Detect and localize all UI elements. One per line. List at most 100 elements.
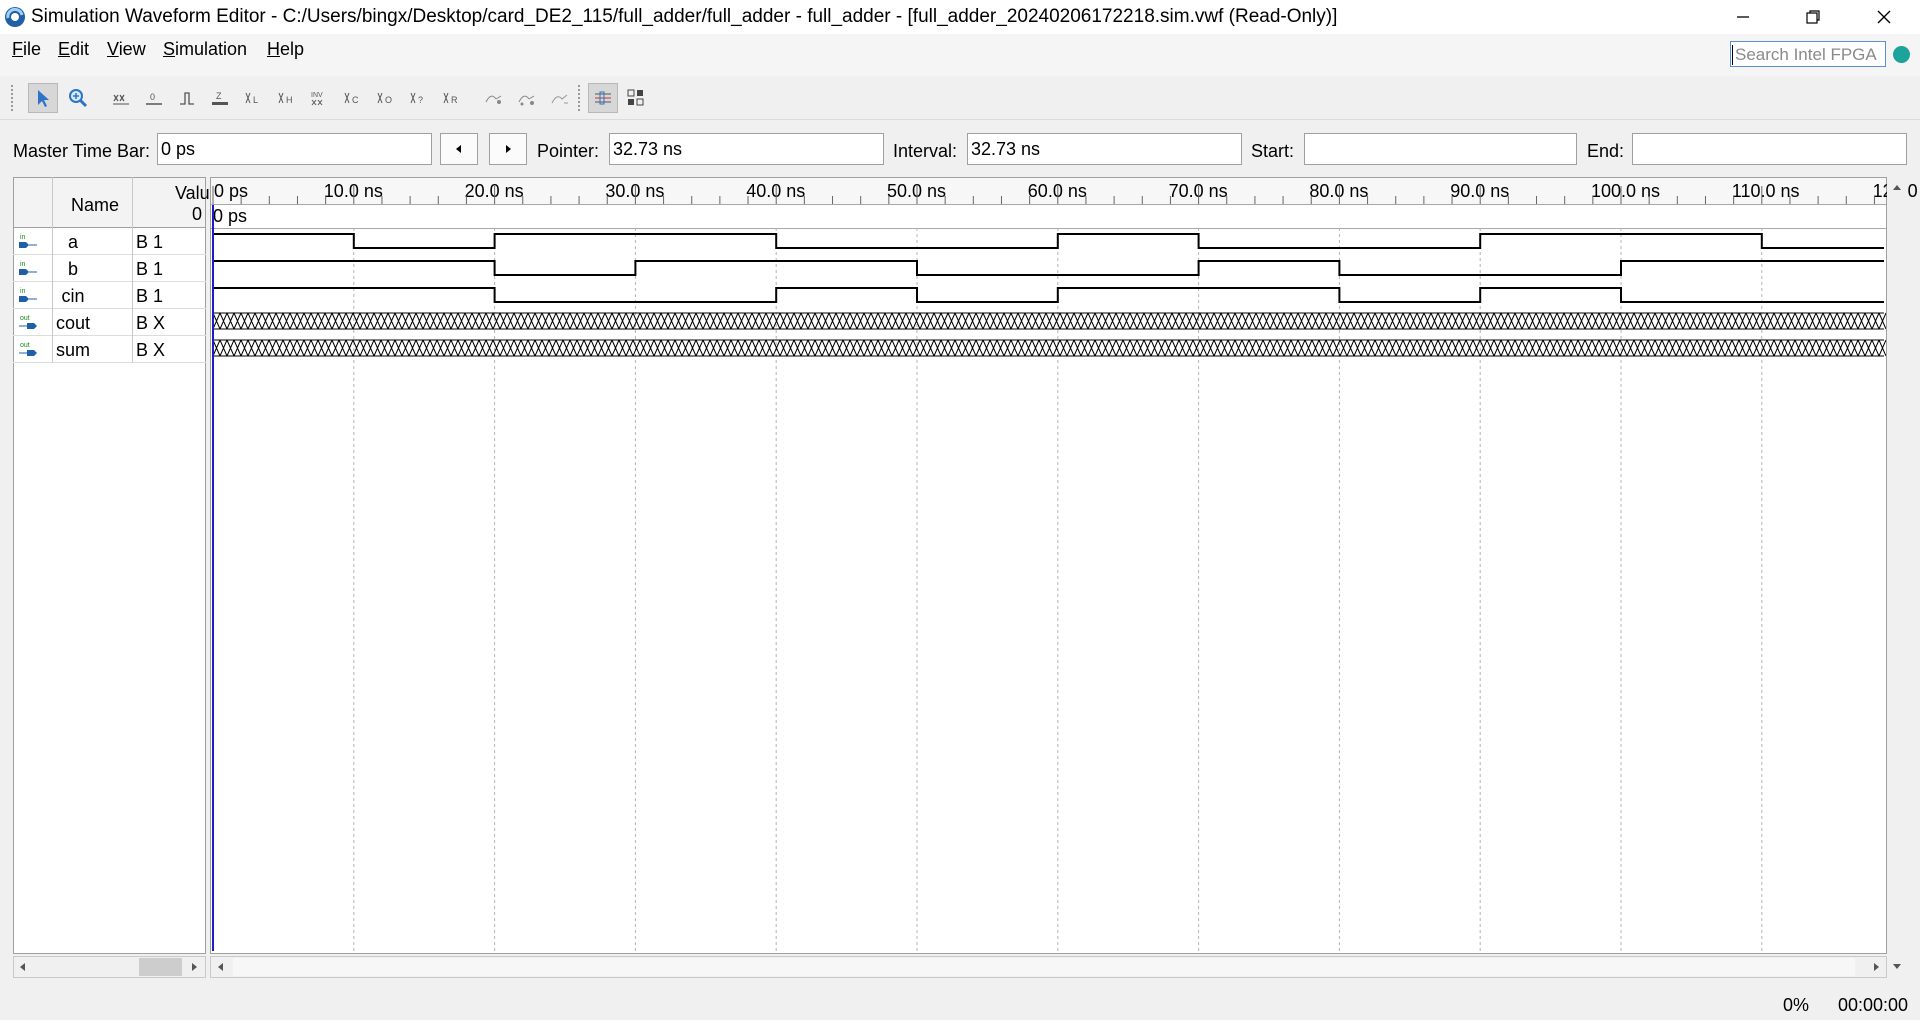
start-field[interactable] xyxy=(1304,133,1577,165)
interval-value-field[interactable]: 32.73 ns xyxy=(967,133,1242,165)
value-time-label: 0 xyxy=(192,204,203,224)
pointer-arrow-icon xyxy=(38,90,49,107)
waveform-sum-unknown[interactable] xyxy=(212,339,1886,357)
value-column-header[interactable]: Valu xyxy=(175,183,210,204)
clock-value-button[interactable]: O xyxy=(370,83,400,113)
menu-simulation[interactable]: Simulation xyxy=(163,39,247,60)
name-column-header[interactable]: Name xyxy=(71,195,119,216)
close-button[interactable] xyxy=(1855,0,1913,34)
zoom-tool-button[interactable] xyxy=(63,83,93,113)
scroll-left-icon[interactable] xyxy=(216,962,226,972)
signal-value: B 1 xyxy=(136,232,164,252)
signal-name: a xyxy=(67,232,78,252)
signal-name: sum xyxy=(55,340,90,360)
scroll-right-icon[interactable] xyxy=(1871,962,1881,972)
start-label: Start: xyxy=(1251,141,1295,161)
signal-row-cin[interactable]: in cin B 1 xyxy=(13,282,206,309)
signal-name: cin xyxy=(61,286,85,306)
signal-name: b xyxy=(67,259,78,279)
svg-text:R: R xyxy=(451,95,458,105)
high-impedance-button[interactable]: Z xyxy=(205,83,235,113)
snap-to-grid-button[interactable] xyxy=(479,83,509,113)
next-transition-button[interactable] xyxy=(489,133,527,165)
waveform-b[interactable] xyxy=(213,260,1884,276)
svg-text:0: 0 xyxy=(150,92,155,102)
svg-text:L: L xyxy=(253,95,258,105)
scroll-thumb[interactable] xyxy=(233,958,1855,976)
globe-icon[interactable] xyxy=(1893,46,1910,63)
count-value-button[interactable]: C xyxy=(337,83,367,113)
high-impedance-icon: Z xyxy=(212,91,228,105)
arrow-right-icon xyxy=(506,145,511,153)
arbitrary-value-icon: ? xyxy=(410,92,423,105)
unknown-hatch xyxy=(212,312,1886,330)
svg-text:INV: INV xyxy=(311,92,323,99)
waveform-compare-icon xyxy=(595,91,611,105)
title-bar: Simulation Waveform Editor - C:/Users/bi… xyxy=(0,0,1920,34)
scroll-left-icon[interactable] xyxy=(18,962,28,972)
group-bus-button[interactable] xyxy=(621,83,651,113)
close-icon xyxy=(1877,10,1891,24)
signal-row-a[interactable]: in a B 1 xyxy=(13,228,206,255)
forcing-low-button[interactable]: 0 xyxy=(139,83,169,113)
scroll-up-icon[interactable] xyxy=(1892,182,1902,192)
uninitialized-value-button[interactable] xyxy=(106,83,136,113)
status-elapsed-time: 00:00:00 xyxy=(1838,995,1909,1015)
menu-help[interactable]: Help xyxy=(267,39,304,60)
svg-text:?: ? xyxy=(418,95,423,105)
waveform-cin[interactable] xyxy=(213,287,1884,303)
column-divider[interactable] xyxy=(132,177,133,363)
grow-shrink-icon xyxy=(551,94,568,104)
scroll-thumb[interactable] xyxy=(139,958,182,976)
grow-shrink-button[interactable] xyxy=(545,83,575,113)
scroll-down-icon[interactable] xyxy=(1892,962,1902,972)
weak-low-button[interactable]: L xyxy=(238,83,268,113)
master-time-bar-label: Master Time Bar: xyxy=(13,141,151,161)
end-label: End: xyxy=(1587,141,1625,161)
restore-button[interactable] xyxy=(1784,0,1842,34)
invert-button[interactable]: INV xyxy=(304,83,334,113)
toolbar: 0 Z L H INV C O ? R xyxy=(0,77,1920,120)
forcing-high-icon xyxy=(180,92,194,105)
previous-transition-button[interactable] xyxy=(440,133,478,165)
waveform-canvas[interactable] xyxy=(211,178,1886,953)
simulation-run-button[interactable] xyxy=(588,83,618,113)
text-caret xyxy=(1732,45,1733,65)
arbitrary-value-button[interactable]: ? xyxy=(403,83,433,113)
forcing-low-icon: 0 xyxy=(146,92,162,105)
minimize-button[interactable] xyxy=(1714,0,1772,34)
signal-list-hscrollbar[interactable] xyxy=(13,956,206,978)
waveform-cout-unknown[interactable] xyxy=(212,312,1886,330)
count-value-icon: C xyxy=(344,92,359,105)
menu-file[interactable]: File xyxy=(12,39,41,60)
random-value-button[interactable]: R xyxy=(436,83,466,113)
column-divider[interactable] xyxy=(52,177,53,363)
master-time-bar-input[interactable]: 0 ps xyxy=(157,133,432,165)
waveform-a[interactable] xyxy=(213,233,1884,249)
pointer-value-field[interactable]: 32.73 ns xyxy=(609,133,884,165)
arrow-left-icon xyxy=(456,145,461,153)
signal-table-header: Name Valu 0 xyxy=(13,177,210,228)
overwrite-clock-button[interactable] xyxy=(512,83,542,113)
overwrite-clock-icon xyxy=(518,95,535,106)
scroll-right-icon[interactable] xyxy=(189,962,199,972)
waveform-hscrollbar[interactable] xyxy=(210,956,1887,978)
menu-view[interactable]: View xyxy=(107,39,146,60)
signal-row-cout[interactable]: out cout B X xyxy=(13,309,206,336)
waveform-vscrollbar[interactable] xyxy=(1887,177,1907,969)
weak-high-button[interactable]: H xyxy=(271,83,301,113)
signal-row-sum[interactable]: out sum B X xyxy=(13,336,206,363)
quartus-app-icon xyxy=(5,7,25,27)
end-field[interactable] xyxy=(1632,133,1907,165)
signal-row-b[interactable]: in b B 1 xyxy=(13,255,206,282)
menu-edit[interactable]: Edit xyxy=(58,39,89,60)
selection-tool-button[interactable] xyxy=(28,83,58,113)
signal-value: B X xyxy=(136,340,166,360)
snap-grid-icon xyxy=(485,95,502,104)
group-bus-icon xyxy=(627,89,644,106)
toolbar-separator xyxy=(578,85,583,111)
clock-value-icon: O xyxy=(377,92,392,105)
forcing-high-button[interactable] xyxy=(172,83,202,113)
search-input[interactable]: Search Intel FPGA xyxy=(1730,41,1886,67)
svg-text:C: C xyxy=(352,95,359,105)
